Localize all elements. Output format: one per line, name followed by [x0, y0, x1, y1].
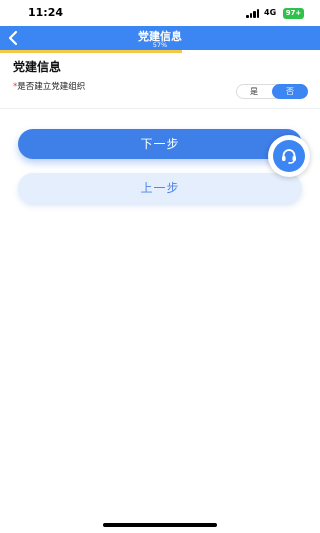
chevron-left-icon — [8, 30, 18, 46]
customer-service-button[interactable] — [268, 135, 310, 177]
battery-icon: 97+ — [283, 8, 304, 19]
network-type: 4G — [264, 8, 277, 17]
yes-no-toggle[interactable]: 是 否 — [236, 84, 308, 99]
nav-bar: 党建信息 57% — [0, 26, 320, 50]
divider — [0, 108, 320, 109]
previous-step-button[interactable]: 上一步 — [18, 173, 302, 203]
status-time: 11:24 — [28, 6, 64, 19]
progress-bar — [0, 50, 320, 53]
option-no[interactable]: 否 — [272, 84, 308, 99]
field-label-text: 是否建立党建组织 — [17, 82, 86, 92]
customer-service-headset-icon — [282, 149, 296, 164]
section-title: 党建信息 — [13, 60, 62, 74]
field-party-organization: *是否建立党建组织 是 否 — [0, 78, 320, 108]
home-indicator — [103, 523, 217, 527]
status-bar: 11:24 4G 97+ — [0, 0, 320, 26]
back-button[interactable] — [6, 29, 22, 47]
progress-fill — [0, 50, 183, 53]
option-yes[interactable]: 是 — [236, 84, 272, 99]
field-label: *是否建立党建组织 — [13, 82, 105, 93]
progress-percent: 57% — [152, 41, 168, 49]
signal-icon — [246, 9, 260, 18]
next-step-button[interactable]: 下一步 — [18, 129, 302, 159]
fab-circle — [273, 140, 305, 172]
